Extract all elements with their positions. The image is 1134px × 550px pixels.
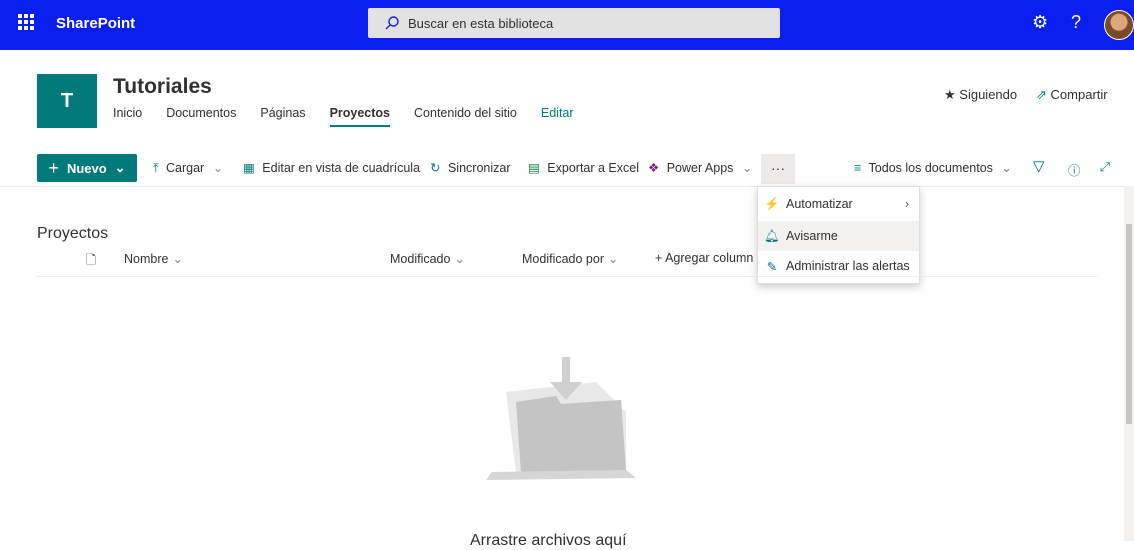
view-selector[interactable]: ≡ Todos los documentos ⌄ <box>854 160 1012 175</box>
file-type-icon[interactable]: 🗋 <box>86 251 96 272</box>
site-nav: Inicio Documentos Páginas Proyectos Cont… <box>113 106 598 127</box>
grid-icon: ▦ <box>243 161 255 175</box>
share-icon: ⇗ <box>1036 87 1047 102</box>
share-button[interactable]: ⇗ Compartir <box>1036 87 1108 103</box>
nav-item-paginas[interactable]: Páginas <box>260 106 305 127</box>
chevron-down-icon: ⌄ <box>608 252 619 266</box>
scrollbar-thumb[interactable] <box>1126 224 1132 424</box>
nav-item-inicio[interactable]: Inicio <box>113 106 142 127</box>
more-button[interactable]: ··· <box>761 154 795 184</box>
suite-bar: SharePoint Buscar en esta biblioteca ⚙ ? <box>0 0 1134 50</box>
empty-folder-icon <box>486 357 636 480</box>
bell-icon: 🔔︎ <box>764 228 780 243</box>
power-apps-icon: ❖ <box>648 161 660 175</box>
nav-item-documentos[interactable]: Documentos <box>166 106 236 127</box>
chevron-down-icon: ⌄ <box>212 161 224 175</box>
nav-item-proyectos[interactable]: Proyectos <box>329 106 391 127</box>
expand-icon[interactable]: ⤢ <box>1100 160 1110 175</box>
manage-alerts-icon: ✎ <box>766 259 778 274</box>
chevron-down-icon: ⌄ <box>114 160 126 175</box>
column-modified[interactable]: Modificado ⌄ <box>390 251 465 266</box>
excel-icon: ▤ <box>528 161 540 175</box>
gear-icon[interactable]: ⚙ <box>1032 12 1048 33</box>
star-icon: ★ <box>944 87 956 102</box>
power-apps-button[interactable]: ❖ Power Apps ⌄ <box>648 160 752 175</box>
follow-button[interactable]: ★ Siguiendo <box>944 87 1017 103</box>
site-title[interactable]: Tutoriales <box>113 75 212 99</box>
chevron-down-icon: ⌄ <box>741 161 753 175</box>
chevron-right-icon: › <box>904 197 909 211</box>
search-placeholder: Buscar en esta biblioteca <box>408 16 554 31</box>
add-column-button[interactable]: + Agregar column <box>655 251 753 265</box>
sync-button[interactable]: ↻ Sincronizar <box>430 160 511 175</box>
help-icon[interactable]: ? <box>1071 12 1081 33</box>
list-view-icon: ≡ <box>854 161 862 175</box>
export-excel-button[interactable]: ▤ Exportar a Excel <box>528 160 639 175</box>
info-icon[interactable]: ⓘ <box>1068 160 1081 179</box>
menu-item-automate[interactable]: ⚡ Automatizar › <box>758 189 919 219</box>
empty-state-text: Arrastre archivos aquí <box>470 532 627 549</box>
nav-edit-link[interactable]: Editar <box>541 106 574 127</box>
chevron-down-icon: ⌄ <box>1001 161 1012 175</box>
column-modified-by[interactable]: Modificado por ⌄ <box>522 251 618 266</box>
search-box[interactable]: Buscar en esta biblioteca <box>368 8 780 38</box>
column-name[interactable]: Nombre ⌄ <box>124 251 183 266</box>
grid-edit-button[interactable]: ▦ Editar en vista de cuadrícula <box>243 160 420 175</box>
avatar[interactable] <box>1104 10 1134 40</box>
brand-link[interactable]: SharePoint <box>56 15 135 32</box>
app-launcher-icon[interactable] <box>18 14 34 30</box>
site-logo[interactable]: T <box>37 74 97 128</box>
library-title: Proyectos <box>37 225 109 242</box>
overflow-menu: ⚡ Automatizar › 🔔︎ Avisarme ✎ Administra… <box>757 186 920 284</box>
header-divider <box>37 276 1097 277</box>
plus-icon: + <box>48 157 59 178</box>
new-button[interactable]: + Nuevo ⌄ <box>37 154 137 182</box>
search-icon <box>385 16 399 30</box>
sync-icon: ↻ <box>430 161 441 175</box>
flow-icon: ⚡ <box>764 196 780 211</box>
nav-item-contenido[interactable]: Contenido del sitio <box>414 106 517 127</box>
chevron-down-icon: ⌄ <box>454 252 465 266</box>
upload-button[interactable]: ⤒ Cargar ⌄ <box>153 160 223 176</box>
filter-icon[interactable]: ▽ <box>1033 157 1045 175</box>
upload-icon: ⤒ <box>153 161 159 175</box>
chevron-down-icon: ⌄ <box>172 252 183 266</box>
scrollbar[interactable] <box>1124 186 1134 541</box>
menu-item-alert-me[interactable]: 🔔︎ Avisarme <box>758 221 919 251</box>
